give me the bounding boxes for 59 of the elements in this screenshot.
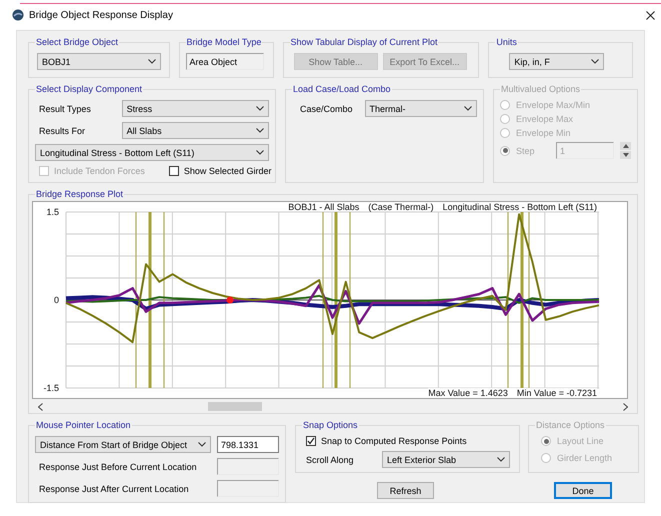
axis-tick-label: -1.5 [43,383,59,393]
scroll-left-icon[interactable] [38,402,43,410]
selected-girder-checkbox[interactable]: Show Selected Girder [168,166,272,176]
distance-field[interactable]: 798.1331 [217,436,279,453]
group-title: Snap Options [302,420,359,430]
group-title: Show Tabular Display of Current Plot [290,37,438,47]
scroll-along-dropdown[interactable]: Left Exterior Slab [382,451,510,468]
caret-icon [464,106,472,111]
group-title: Mouse Pointer Location [35,420,132,430]
location-marker [226,296,234,304]
done-button[interactable]: Done [554,482,612,499]
caret-icon [256,128,264,133]
group-title: Bridge Model Type [186,37,262,47]
scroll-right-icon[interactable] [623,402,628,410]
field-label: Results For [38,126,86,136]
group-title: Multivalued Options [500,84,582,94]
min-value-label: Min Value = -0.7231 [516,388,597,398]
group-title: Units [495,37,518,47]
spin-down-icon[interactable] [620,151,631,159]
plot-title: BOBJ1 - All Slabs [288,202,360,212]
field-label: Scroll Along [306,454,355,464]
bridge-object-dropdown[interactable]: BOBJ1 [37,53,161,70]
plot-title: (Case Thermal-) [368,202,434,212]
component-dropdown[interactable]: Longitudinal Stress - Bottom Left (S11) [35,144,269,161]
response-label: Response Just After Current Location [39,484,189,494]
group-title: Bridge Response Plot [35,189,124,199]
window-title: Bridge Object Response Display [29,10,174,20]
group-title: Select Bridge Object [35,37,120,47]
caret-icon [148,59,156,64]
plot-title: Longitudinal Stress - Bottom Left (S11) [442,202,597,212]
response-field [217,480,279,497]
results-for-dropdown[interactable]: All Slabs [122,122,269,139]
max-value-label: Max Value = 1.4623 [428,388,508,398]
caret-icon [591,59,600,64]
result-type-dropdown[interactable]: Stress [122,100,269,117]
checkmark-icon [307,437,315,445]
field-label: Result Types [38,104,92,114]
group-title: Distance Options [535,420,606,430]
response-field [217,458,279,475]
refresh-button[interactable]: Refresh [377,482,434,499]
model-type-field: Area Object [186,53,264,70]
units-dropdown[interactable]: Kip, in, F [509,53,604,70]
caret-icon [256,106,264,111]
axis-tick-label: 0 [54,295,59,305]
caret-icon [497,457,505,462]
group-title: Load Case/Load Combo [292,84,392,94]
response-label: Response Just Before Current Location [39,462,197,472]
app-icon [12,9,24,21]
spin-up-icon[interactable] [620,142,631,150]
scrollbar-thumb[interactable] [208,402,262,411]
distance-mode-dropdown[interactable]: Distance From Start of Bridge Object [35,436,211,453]
caret-icon [256,150,264,155]
caret-icon [198,442,206,447]
snap-checkbox[interactable]: Snap to Computed Response Points [306,436,513,446]
axis-tick-label: 1.5 [46,207,59,217]
close-icon[interactable] [646,10,655,20]
group-title: Select Display Component [35,84,144,94]
case-combo-dropdown[interactable]: Thermal- [364,100,477,117]
field-label: Case/Combo [300,104,353,114]
